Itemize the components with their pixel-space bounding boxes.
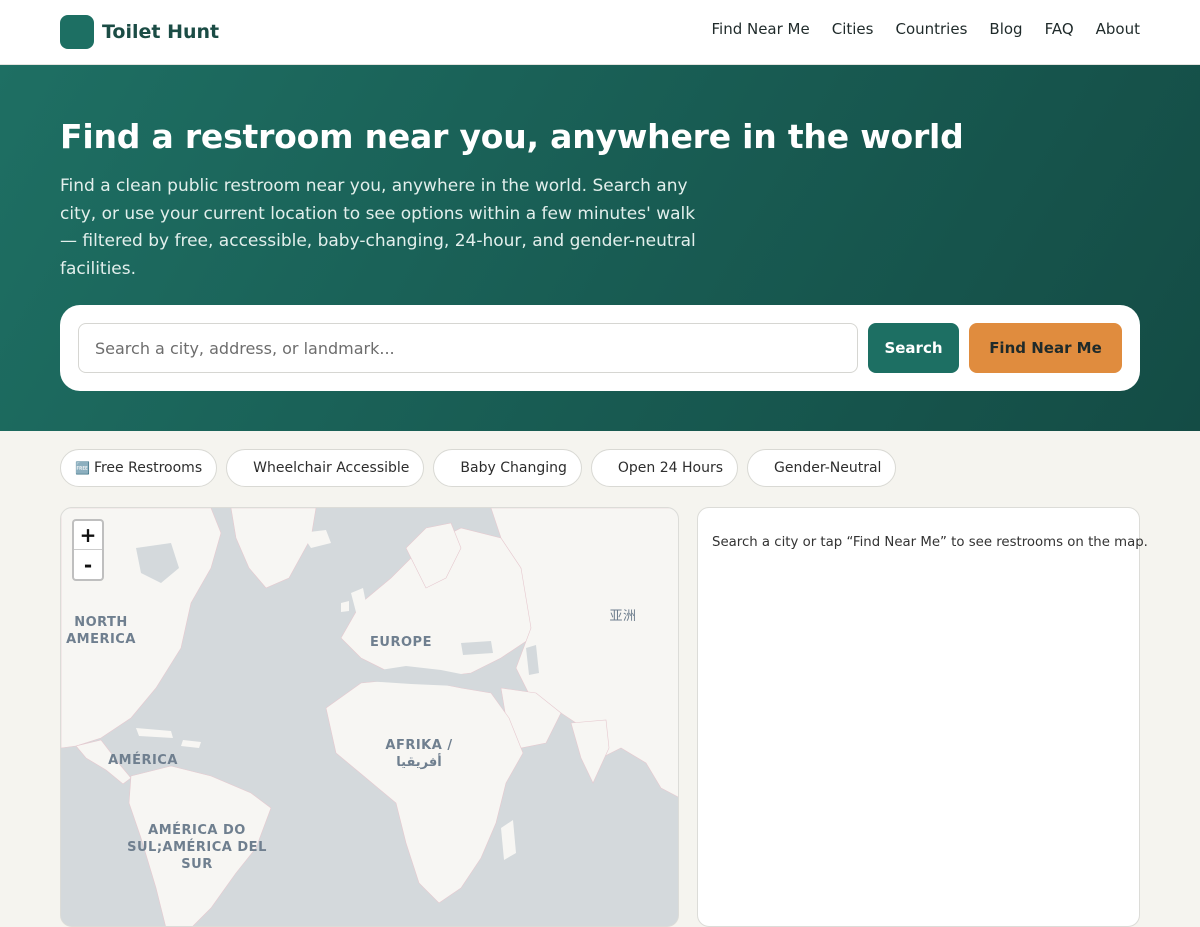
search-card: Search Find Near Me [60,305,1140,391]
filter-open-24-hours[interactable]: Open 24 Hours [590,449,738,487]
nav-about[interactable]: About [1096,20,1140,38]
filter-wheelchair-accessible[interactable]: Wheelchair Accessible [226,449,425,487]
nav-blog[interactable]: Blog [989,20,1022,38]
filter-label: Gender-Neutral [774,460,882,476]
filter-baby-changing[interactable]: Baby Changing [433,449,582,487]
nav-cities[interactable]: Cities [832,20,874,38]
results-empty-message: Search a city or tap “Find Near Me” to s… [712,535,1148,550]
nav-find-near-me[interactable]: Find Near Me [711,20,809,38]
nav-faq[interactable]: FAQ [1045,20,1074,38]
map-label-north-america: NORTH AMERICA [66,615,136,647]
filter-label: Free Restrooms [93,460,203,476]
brand-link[interactable]: Toilet Hunt [60,15,219,49]
page-title: Find a restroom near you, anywhere in th… [60,117,964,156]
free-icon: 🆓 [75,461,90,475]
logo-icon [60,15,94,49]
filter-label: Open 24 Hours [617,460,723,476]
top-navigation: Toilet Hunt Find Near Me Cities Countrie… [0,0,1200,65]
filter-chips: 🆓 Free Restrooms Wheelchair Accessible B… [60,449,897,487]
map-label-america: AMÉRICA [108,753,178,768]
map-label-south-america: AMÉRICA DO SUL;AMÉRICA DEL SUR [127,823,267,872]
map-label-europe: EUROPE [370,635,432,650]
zoom-out-button[interactable]: - [74,550,102,579]
main-nav: Find Near Me Cities Countries Blog FAQ A… [711,20,1140,38]
search-button[interactable]: Search [868,323,959,373]
hero-section: Find a restroom near you, anywhere in th… [0,65,1200,431]
results-panel: Search a city or tap “Find Near Me” to s… [697,507,1148,927]
filter-label: Wheelchair Accessible [253,460,410,476]
filter-free-restrooms[interactable]: 🆓 Free Restrooms [60,449,218,487]
world-map[interactable]: + - NORTH AMERICA EUROPE 亚洲 AFRIKA / أفر… [60,507,679,927]
hero-subtitle: Find a clean public restroom near you, a… [60,176,696,279]
zoom-in-button[interactable]: + [74,521,102,550]
filter-label: Baby Changing [460,460,567,476]
map-label-africa: AFRIKA / أفريقيا [385,738,453,770]
map-label-asia: 亚洲 [609,609,637,624]
nav-countries[interactable]: Countries [895,20,967,38]
find-near-me-button[interactable]: Find Near Me [969,323,1122,373]
search-input[interactable] [78,323,858,373]
filter-gender-neutral[interactable]: Gender-Neutral [747,449,897,487]
zoom-control: + - [72,519,104,581]
brand-name: Toilet Hunt [102,21,220,43]
